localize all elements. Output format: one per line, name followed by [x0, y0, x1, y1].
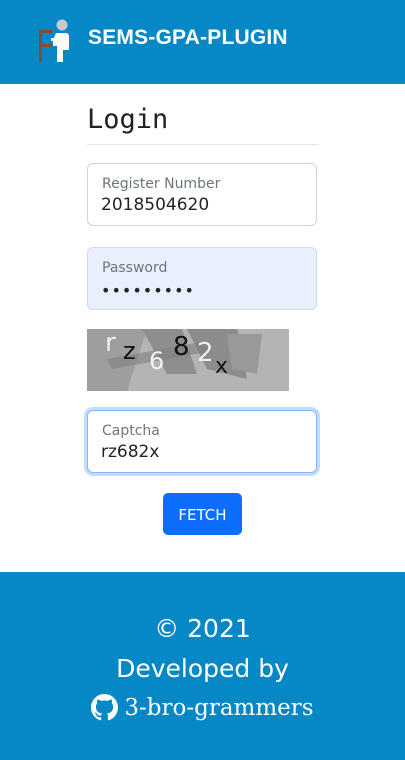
author-name[interactable]: 3-bro-grammers	[124, 695, 313, 721]
divider	[87, 144, 319, 145]
developed-by-text: Developed by	[116, 654, 289, 683]
svg-text:8: 8	[173, 332, 190, 362]
register-number-label: Register Number	[102, 176, 221, 192]
app-header: SEMS-GPA-PLUGIN	[0, 0, 405, 84]
captcha-input[interactable]: rz682x	[101, 442, 301, 462]
author-link[interactable]: 3-bro-grammers	[0, 694, 405, 721]
svg-text:2: 2	[197, 338, 214, 368]
password-label: Password	[102, 260, 168, 276]
captcha-label: Captcha	[102, 423, 160, 439]
captcha-graphic: r z 6 8 2 x	[87, 329, 289, 391]
captcha-field[interactable]: Captcha rz682x	[87, 410, 317, 473]
footer: © 2021 Developed by 3-bro-grammers	[0, 572, 405, 760]
fetch-button[interactable]: FETCH	[163, 493, 242, 535]
svg-text:x: x	[215, 354, 228, 379]
svg-text:z: z	[123, 337, 136, 365]
password-input[interactable]: •••••••••	[101, 281, 301, 300]
password-field[interactable]: Password •••••••••	[87, 247, 317, 310]
page-title: Login	[87, 104, 169, 135]
captcha-image: r z 6 8 2 x	[87, 329, 289, 391]
copyright-text: © 2021	[154, 614, 251, 643]
svg-text:6: 6	[149, 347, 164, 375]
person-at-desk-icon	[39, 19, 69, 62]
github-icon	[91, 694, 119, 721]
app-title: SEMS-GPA-PLUGIN	[88, 26, 288, 49]
register-number-field[interactable]: Register Number 2018504620	[87, 163, 317, 226]
register-number-input[interactable]: 2018504620	[101, 195, 301, 215]
svg-text:r: r	[105, 329, 116, 358]
